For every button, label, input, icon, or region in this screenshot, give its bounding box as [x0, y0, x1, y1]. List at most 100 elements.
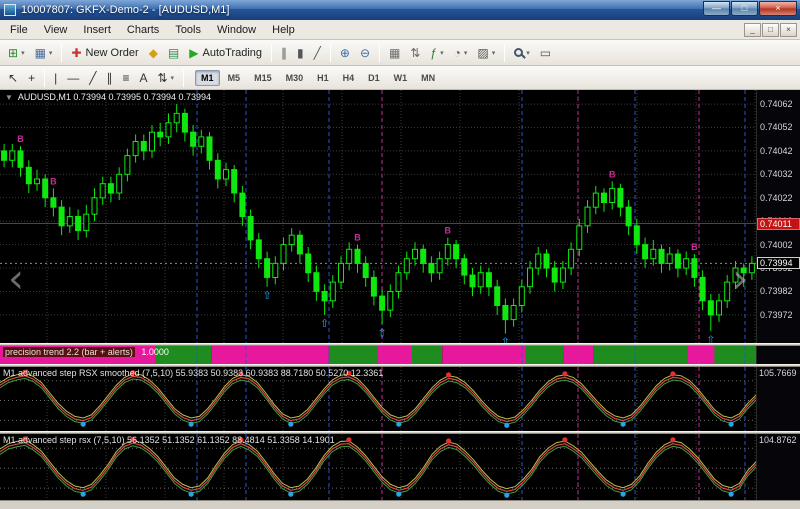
main-chart-row: BBBBBB⇧⇧⇧⇧⇧ 0.740620.740520.740420.74032…	[0, 90, 800, 343]
timeframe-m15[interactable]: M15	[248, 70, 278, 86]
chevron-down-icon: ▾	[21, 49, 25, 57]
scroll-left-button[interactable]: ‹	[8, 258, 24, 300]
minimize-button[interactable]: —	[703, 1, 730, 16]
mt4-window: 10007807: GKFX-Demo-2 - [AUDUSD,M1] — □ …	[0, 0, 800, 509]
new-chart-button[interactable]: ⊞▾	[4, 43, 29, 63]
timeframe-m1[interactable]: M1	[195, 70, 220, 86]
candlestick-mode-button[interactable]: ▮	[293, 43, 308, 63]
price-axis-label: 0.74042	[760, 146, 793, 156]
new-order-label: New Order	[86, 47, 139, 59]
rsx-axis: 104.8762	[756, 434, 800, 500]
chevron-down-icon: ▾	[526, 49, 530, 57]
svg-text:⇧: ⇧	[377, 327, 386, 339]
indicators-list-button[interactable]: ƒ▾	[426, 43, 447, 63]
svg-text:⇧: ⇧	[320, 318, 329, 330]
menu-view[interactable]: View	[36, 22, 76, 38]
tile-windows-button[interactable]: ▦	[385, 43, 404, 63]
rsx-label: M1 advanced step rsx (7,5,10) 56.1352 51…	[3, 435, 335, 445]
timeframe-w1[interactable]: W1	[388, 70, 414, 86]
horizontal-line-tool-button[interactable]: ―	[63, 68, 83, 88]
autotrading-button[interactable]: ▶ AutoTrading	[185, 43, 266, 63]
profiles-button[interactable]: ▦▾	[31, 43, 57, 63]
cursor-tool-icon: ↖	[8, 72, 18, 84]
periods-icon: ◔	[454, 47, 461, 59]
menu-help[interactable]: Help	[264, 22, 303, 38]
toolbar-separator	[504, 44, 505, 62]
arrange-icons-button[interactable]: ⇅	[406, 43, 424, 63]
timeframe-m5[interactable]: M5	[222, 70, 247, 86]
metaeditor-button[interactable]: ◆	[145, 43, 162, 63]
trend-indicator-label: precision trend 2.2 (bar + alerts) 1.000…	[3, 347, 169, 357]
rsx-row: 104.8762 M1 advanced step rsx (7,5,10) 5…	[0, 434, 800, 500]
horizontal-line-tool-icon: ―	[67, 72, 79, 84]
svg-text:B: B	[50, 176, 57, 186]
equidistant-channel-tool-button[interactable]: ∥	[102, 68, 116, 88]
menu-tools[interactable]: Tools	[167, 22, 209, 38]
search-button[interactable]: ▾	[510, 43, 534, 63]
trendline-tool-button[interactable]: ╱	[85, 68, 100, 88]
timeframe-mn[interactable]: MN	[415, 70, 441, 86]
autotrading-icon: ▶	[189, 47, 198, 59]
scroll-right-button[interactable]: ›	[732, 258, 748, 300]
text-tool-button[interactable]: A	[135, 68, 151, 88]
menu-file[interactable]: File	[2, 22, 36, 38]
print-preview-button[interactable]: ▭	[536, 43, 555, 63]
main-chart[interactable]: BBBBBB⇧⇧⇧⇧⇧	[0, 90, 756, 343]
chevron-down-icon: ▾	[440, 49, 444, 57]
mdi-minimize-button[interactable]: _	[744, 23, 761, 37]
axis-max-value: 104.8762	[759, 435, 797, 445]
print-preview-icon: ▭	[540, 47, 551, 59]
price-axis[interactable]: 0.740620.740520.740420.740320.740220.740…	[756, 90, 800, 343]
fibonacci-tool-button[interactable]: ≡	[118, 68, 133, 88]
crosshair-tool-button[interactable]: +	[24, 68, 39, 88]
mdi-window-controls: _ □ ×	[743, 23, 800, 37]
maximize-button[interactable]: □	[731, 1, 758, 16]
zoom-out-button[interactable]: ⊖	[356, 43, 374, 63]
timeframe-d1[interactable]: D1	[362, 70, 386, 86]
svg-text:⇧: ⇧	[262, 290, 271, 302]
svg-text:B: B	[609, 169, 616, 179]
mdi-restore-button[interactable]: □	[762, 23, 779, 37]
svg-text:⇧: ⇧	[706, 334, 715, 343]
autotrading-label: AutoTrading	[203, 47, 263, 59]
svg-text:B: B	[691, 242, 698, 252]
bid-price-tag: 0.73994	[757, 257, 800, 269]
cursor-tool-button[interactable]: ↖	[4, 68, 22, 88]
arrows-tool-button[interactable]: ⇅▾	[153, 68, 178, 88]
zoom-in-button[interactable]: ⊕	[336, 43, 354, 63]
menu-charts[interactable]: Charts	[119, 22, 167, 38]
toolbar-separator	[183, 69, 184, 87]
profiles-icon: ▦	[35, 47, 46, 59]
search-icon	[514, 48, 523, 57]
close-button[interactable]: ×	[759, 1, 797, 16]
timeframe-h4[interactable]: H4	[337, 70, 361, 86]
line-chart-mode-button[interactable]: ╱	[310, 43, 325, 63]
new-order-button[interactable]: ✚New Order	[67, 43, 142, 63]
timeframe-m30[interactable]: M30	[280, 70, 310, 86]
svg-text:B: B	[445, 226, 452, 236]
title-bar[interactable]: 10007807: GKFX-Demo-2 - [AUDUSD,M1] — □ …	[0, 0, 800, 20]
indicator-value: 1.0000	[141, 347, 169, 357]
ohlc-text: AUDUSD,M1 0.73994 0.73995 0.73994 0.7399…	[18, 92, 211, 102]
ohlc-bars-mode-icon: ∥	[281, 47, 287, 59]
periods-button[interactable]: ◔▾	[450, 43, 472, 63]
chart-area: BBBBBB⇧⇧⇧⇧⇧ 0.740620.740520.740420.74032…	[0, 90, 800, 500]
vertical-line-tool-button[interactable]: |	[50, 68, 61, 88]
trendline-tool-icon: ╱	[89, 72, 96, 84]
candlestick-canvas[interactable]: BBBBBB⇧⇧⇧⇧⇧	[0, 90, 756, 343]
time-axis-strip[interactable]	[0, 500, 800, 509]
market-watch-button[interactable]: ▤	[164, 43, 183, 63]
mdi-close-button[interactable]: ×	[780, 23, 797, 37]
price-axis-label: 0.74022	[760, 193, 793, 203]
caption-buttons: — □ ×	[702, 1, 797, 16]
menu-window[interactable]: Window	[209, 22, 264, 38]
ohlc-bars-mode-button[interactable]: ∥	[277, 43, 291, 63]
toolbar-separator	[330, 44, 331, 62]
timeframe-h1[interactable]: H1	[311, 70, 335, 86]
menu-insert[interactable]: Insert	[75, 22, 119, 38]
rsx-smoothed-axis: 105.7669	[756, 367, 800, 431]
one-click-trading-arrow[interactable]: ▼	[5, 93, 13, 102]
chevron-down-icon: ▾	[171, 74, 175, 82]
arrange-icons-icon: ⇅	[410, 47, 420, 59]
templates-button[interactable]: ▨▾	[473, 43, 499, 63]
